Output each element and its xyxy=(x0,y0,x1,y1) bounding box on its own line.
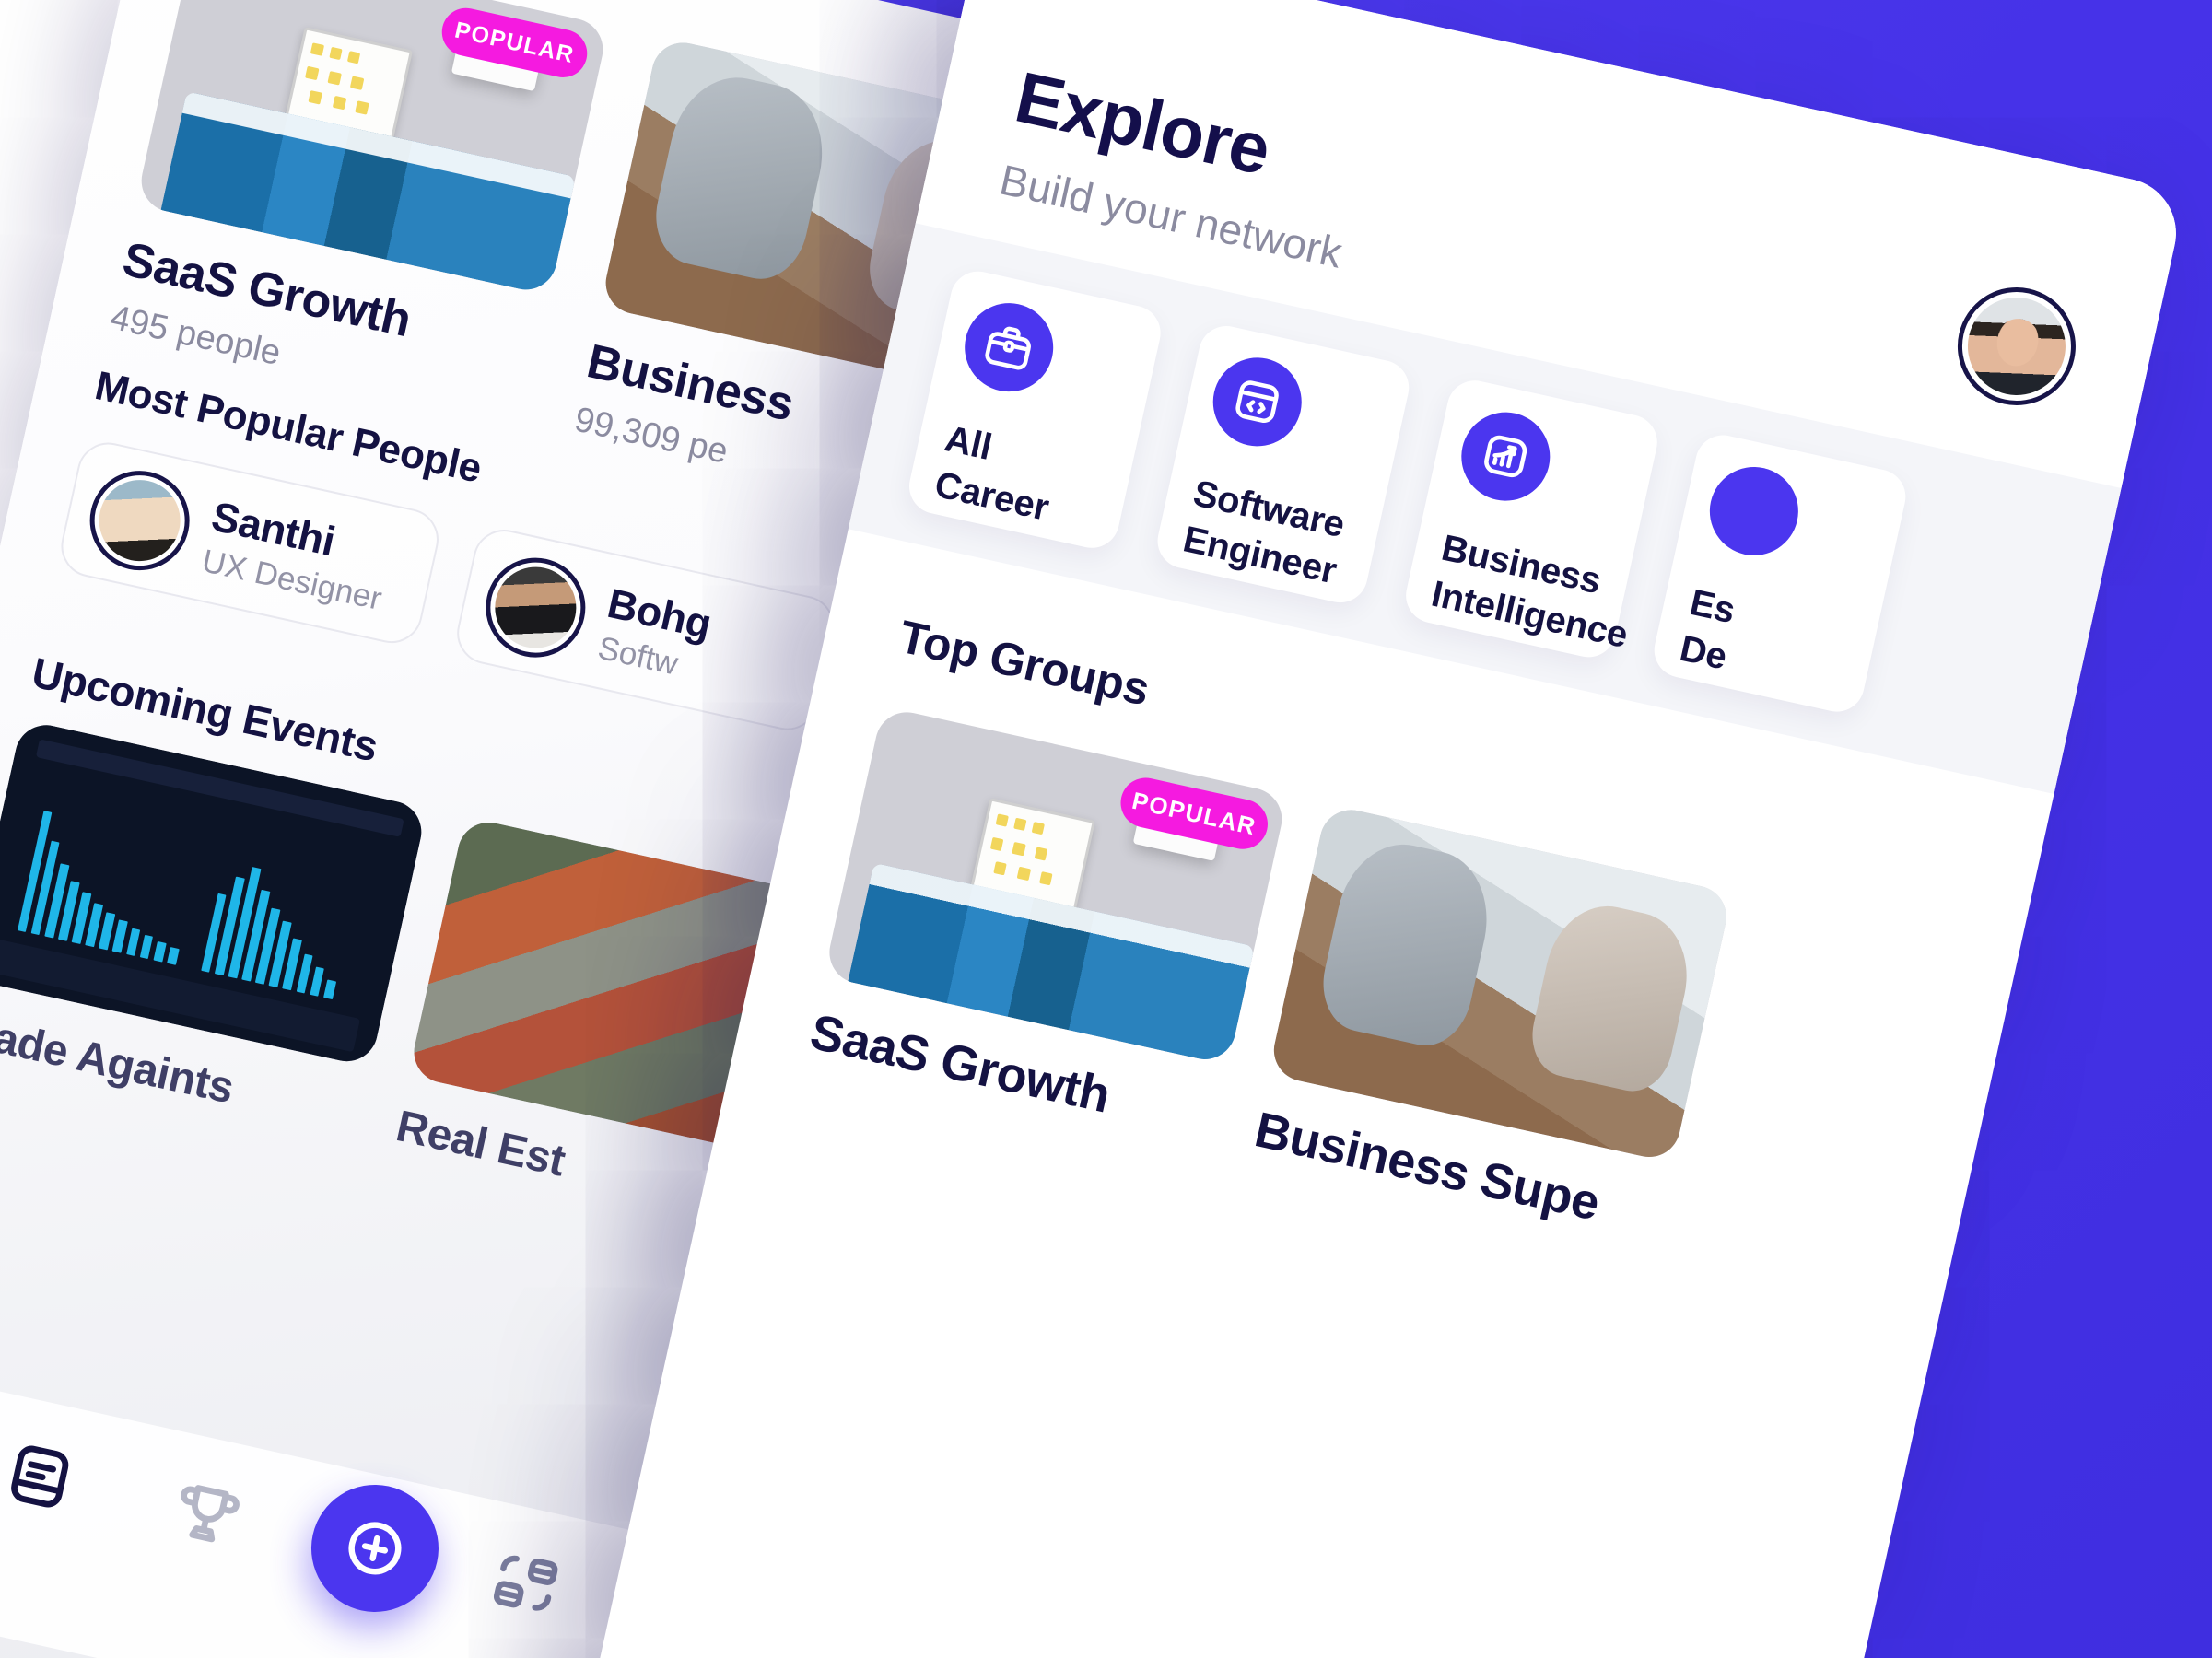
trophy-icon[interactable] xyxy=(166,1473,248,1559)
category-label: Business Intelligence xyxy=(1427,525,1642,660)
event-card-trade-againts[interactable]: Trade Againts xyxy=(0,718,427,1142)
person-card-bohg[interactable]: Bohg Softw xyxy=(451,523,841,737)
feed-icon[interactable] xyxy=(0,1436,80,1522)
category-card-all-career[interactable]: All Career xyxy=(904,265,1166,554)
business-highfive-photo xyxy=(1268,803,1733,1163)
section-title-top-groups: Top Groups xyxy=(895,610,1154,716)
partial-icon-badge xyxy=(1701,458,1808,565)
avatar xyxy=(80,461,199,580)
category-label-line2: De xyxy=(1676,627,1731,678)
avatar-image-bohg xyxy=(486,559,584,656)
event-image xyxy=(0,718,427,1068)
group-image xyxy=(1268,803,1733,1163)
avatar-image-santhi xyxy=(91,472,189,569)
add-plus-icon xyxy=(348,1522,402,1575)
growth-chart-icon xyxy=(1484,436,1527,478)
briefcase-icon xyxy=(985,326,1032,370)
top-group-card-saas-growth[interactable]: POPULAR SaaS Growth xyxy=(805,706,1288,1148)
avatar[interactable] xyxy=(1946,275,2088,417)
category-card-software-engineer[interactable]: Software Engineer xyxy=(1152,321,1414,608)
analytics-dashboard-photo xyxy=(0,718,427,1068)
office-workshop-photo xyxy=(824,706,1288,1066)
photo-whiteboard xyxy=(969,798,1095,913)
photo-whiteboard xyxy=(285,27,413,143)
category-label: Es De xyxy=(1675,579,1740,682)
group-image: POPULAR xyxy=(823,706,1288,1066)
category-label: All Career xyxy=(930,415,1063,532)
category-label: Software Engineer xyxy=(1178,471,1351,596)
add-button[interactable] xyxy=(298,1472,451,1625)
growth-chart-icon-badge xyxy=(1453,403,1559,509)
top-group-card-business-supe[interactable]: Business Supe xyxy=(1250,803,1733,1245)
avatar xyxy=(476,548,595,667)
category-card-partial[interactable]: Es De xyxy=(1648,429,1912,718)
code-window-icon-badge xyxy=(1204,349,1310,455)
briefcase-icon-badge xyxy=(956,294,1062,401)
group-card-saas-growth[interactable]: POPULAR SaaS Growth 495 people xyxy=(107,0,609,427)
category-card-business-intelligence[interactable]: Business Intelligence xyxy=(1400,375,1663,663)
code-window-icon xyxy=(1235,380,1279,424)
swap-exchange-icon[interactable] xyxy=(484,1543,566,1629)
profile-avatar xyxy=(1958,287,2076,405)
